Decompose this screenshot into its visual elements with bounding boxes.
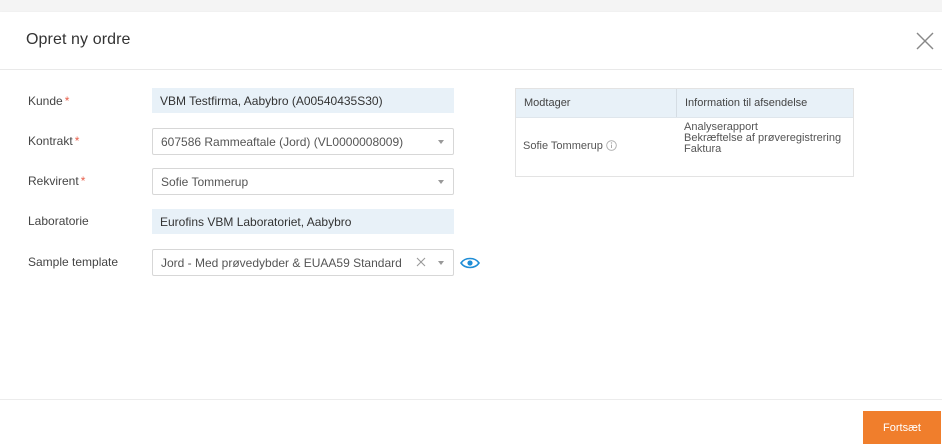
close-icon xyxy=(916,32,934,50)
chevron-down-icon xyxy=(438,140,444,144)
rekvirent-label-text: Rekvirent xyxy=(28,174,79,188)
rekvirent-value: Sofie Tommerup xyxy=(161,175,249,189)
info-line-faktura: Faktura xyxy=(684,143,722,155)
kontrakt-select[interactable]: 607586 Rammeaftale (Jord) (VL0000008009) xyxy=(152,128,454,155)
create-order-dialog: Opret ny ordre Kunde * VBM Testfirma, Aab… xyxy=(0,12,942,444)
laboratorie-field: Eurofins VBM Laboratoriet, Aabybro xyxy=(152,209,454,234)
kontrakt-label: Kontrakt * xyxy=(28,134,79,148)
table-header: Modtager Information til afsendelse xyxy=(516,89,853,118)
recipient-cell: Sofie Tommerup xyxy=(516,118,677,176)
dialog-header: Opret ny ordre xyxy=(0,12,942,70)
clear-icon[interactable] xyxy=(415,256,427,268)
sample-template-select[interactable]: Jord - Med prøvedybder & EUAA59 Standard xyxy=(152,249,454,276)
kontrakt-label-text: Kontrakt xyxy=(28,134,73,148)
rekvirent-label: Rekvirent * xyxy=(28,174,85,188)
laboratorie-label: Laboratorie xyxy=(28,214,89,228)
eye-icon[interactable] xyxy=(460,256,480,275)
continue-button[interactable]: Fortsæt xyxy=(863,411,941,444)
chevron-down-icon xyxy=(438,261,444,265)
table-row: Sofie Tommerup Analyserapport Bekræftels… xyxy=(516,118,853,176)
column-header-modtager: Modtager xyxy=(516,89,677,117)
kunde-label: Kunde * xyxy=(28,94,69,108)
required-mark: * xyxy=(74,134,80,148)
recipient-name: Sofie Tommerup xyxy=(523,140,603,152)
required-mark: * xyxy=(80,174,86,188)
kunde-field: VBM Testfirma, Aabybro (A00540435S30) xyxy=(152,88,454,113)
info-cell: Analyserapport Bekræftelse af prøveregis… xyxy=(677,118,853,176)
dialog-title: Opret ny ordre xyxy=(26,31,131,48)
column-header-information: Information til afsendelse xyxy=(685,97,808,109)
sample-template-value: Jord - Med prøvedybder & EUAA59 Standard xyxy=(161,256,402,270)
chevron-down-icon xyxy=(438,180,444,184)
info-icon[interactable] xyxy=(606,140,617,154)
footer-divider xyxy=(0,399,942,400)
required-mark: * xyxy=(64,94,70,108)
laboratorie-label-text: Laboratorie xyxy=(28,214,89,228)
sample-template-label: Sample template xyxy=(28,255,118,269)
sample-template-label-text: Sample template xyxy=(28,255,119,269)
kunde-label-text: Kunde xyxy=(28,94,63,108)
kontrakt-value: 607586 Rammeaftale (Jord) (VL0000008009) xyxy=(161,135,404,149)
rekvirent-select[interactable]: Sofie Tommerup xyxy=(152,168,454,195)
close-button[interactable] xyxy=(912,28,938,54)
recipients-table: Modtager Information til afsendelse Sofi… xyxy=(515,88,854,177)
